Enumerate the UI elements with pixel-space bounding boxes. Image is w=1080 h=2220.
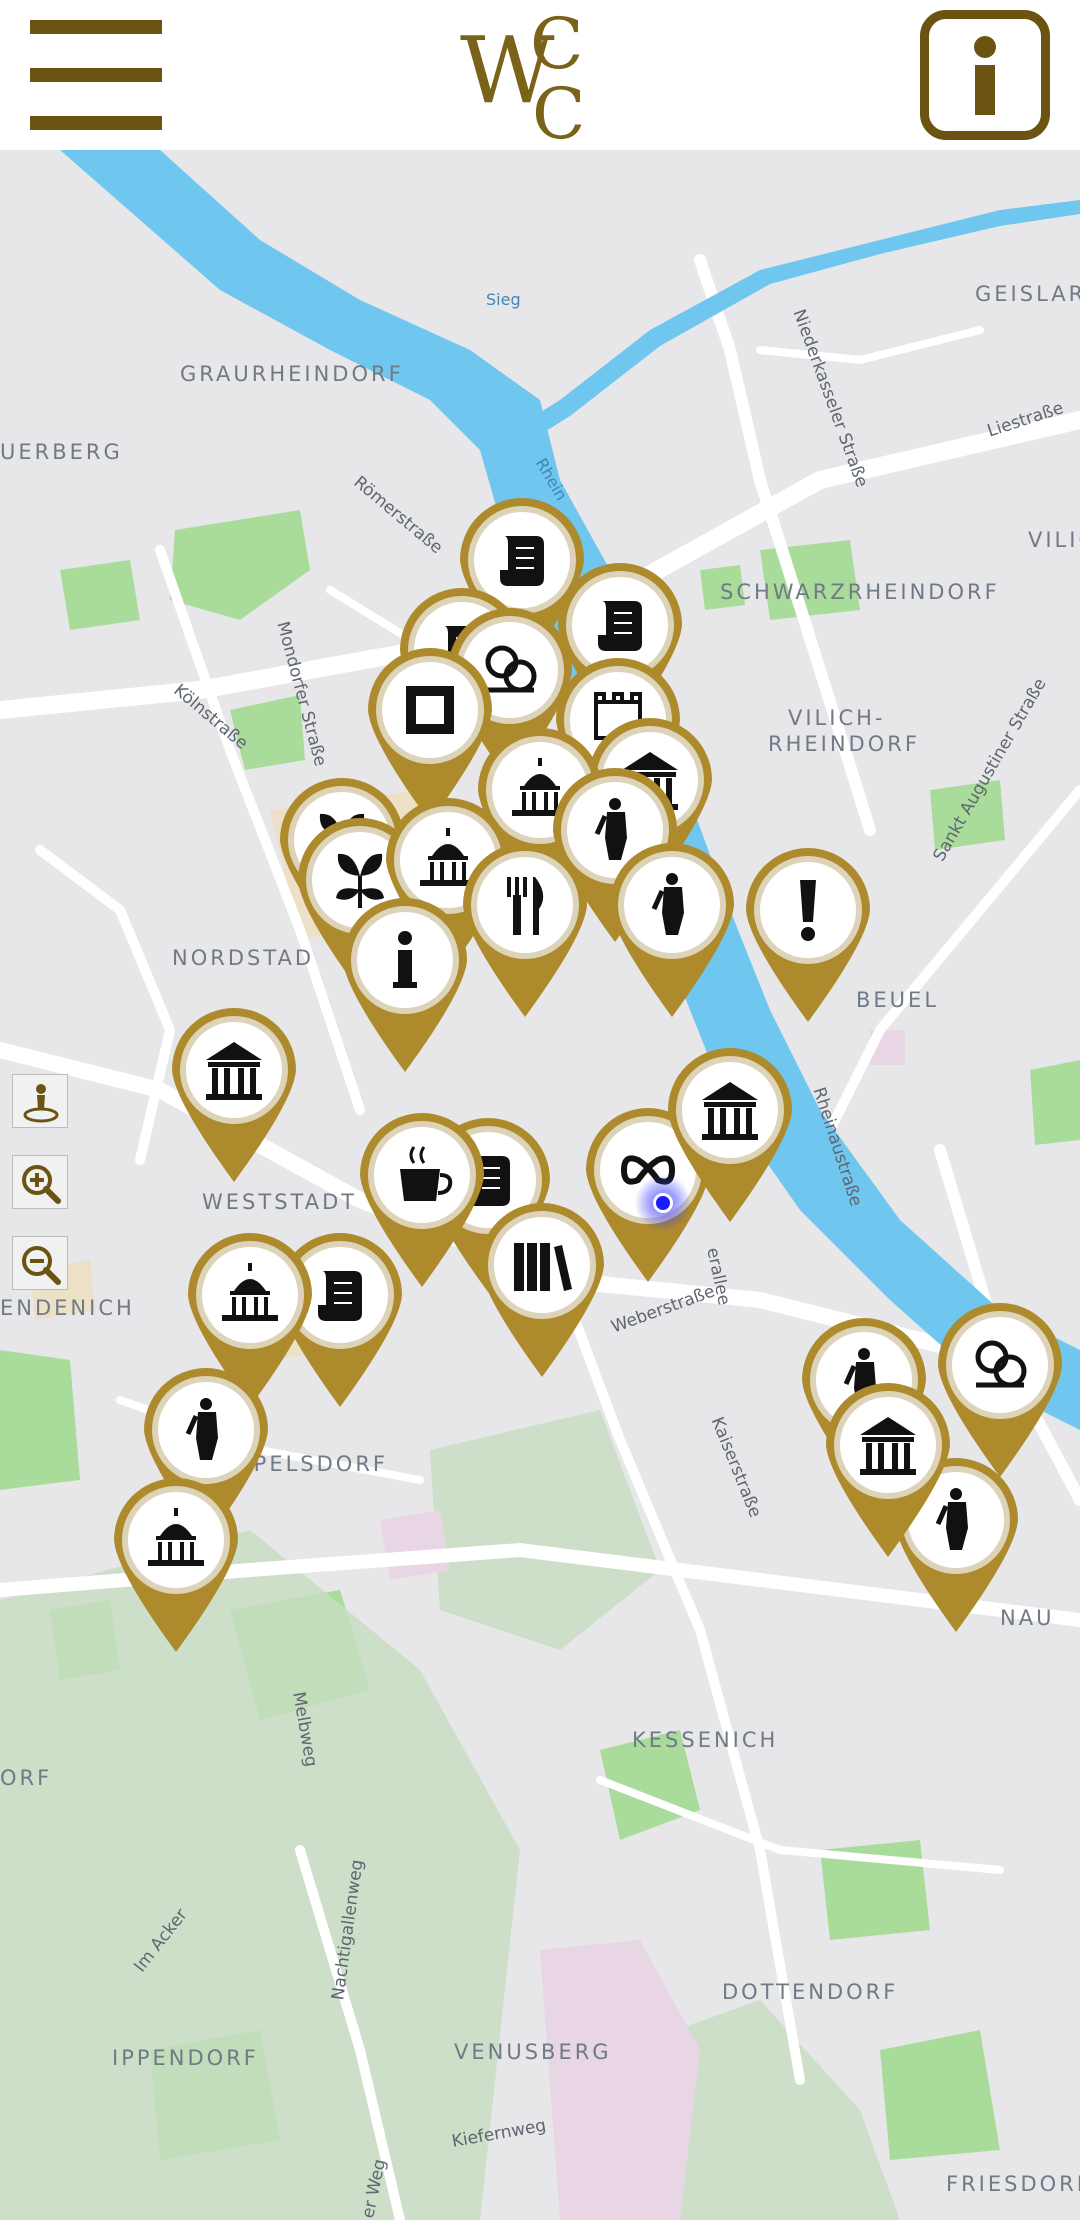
place-label-vilich-rheindorf: VILICH- <box>788 706 886 730</box>
hamburger-menu-icon[interactable] <box>30 18 162 134</box>
exclamation-icon <box>746 848 870 1022</box>
info-button[interactable] <box>920 10 1050 140</box>
location-dot <box>653 1193 673 1213</box>
poi-marker-fork[interactable] <box>455 835 595 1020</box>
poi-marker-statue[interactable] <box>602 835 742 1020</box>
poi-marker-museum[interactable] <box>818 1375 958 1560</box>
menu-bar <box>30 68 162 82</box>
current-location-marker <box>635 1175 691 1231</box>
statue-icon <box>610 843 734 1017</box>
zoom-out-button[interactable] <box>12 1236 68 1290</box>
poi-marker-museum[interactable] <box>164 1000 304 1185</box>
zoom-in-button[interactable] <box>12 1155 68 1209</box>
place-label-dottendorf: DOTTENDORF <box>722 1980 899 2004</box>
map-view[interactable]: GEISLAR GRAURHEINDORF UERBERG VILIC SCHW… <box>0 150 1080 2220</box>
books-icon <box>480 1203 604 1377</box>
menu-bar <box>30 20 162 34</box>
place-label-vilich: VILIC <box>1028 528 1080 552</box>
place-label-graurheindorf: GRAURHEINDORF <box>180 362 404 386</box>
place-label-ippendorf: IPPENDORF <box>112 2046 259 2070</box>
poi-marker-exclamation[interactable] <box>738 840 878 1025</box>
poi-marker-books[interactable] <box>472 1195 612 1380</box>
poi-marker-info[interactable] <box>335 890 475 1075</box>
place-label-kessenich: KESSENICH <box>632 1728 779 1752</box>
place-label-weststadt: WESTSTADT <box>202 1190 358 1214</box>
app-header: W C C <box>0 0 1080 150</box>
museum-icon <box>826 1383 950 1557</box>
place-label-geislar: GEISLAR <box>975 282 1080 306</box>
place-label-endenich: ENDENICH <box>0 1296 135 1320</box>
museum-icon <box>172 1008 296 1182</box>
app-logo: W C C <box>460 6 586 146</box>
logo-letter-c-bottom: C <box>532 73 586 146</box>
capitol-icon <box>114 1478 238 1652</box>
poi-marker-capitol[interactable] <box>106 1470 246 1655</box>
locate-person-icon <box>23 1084 59 1123</box>
fork-icon <box>463 843 587 1017</box>
info-icon <box>974 36 996 115</box>
menu-bar <box>30 116 162 130</box>
info-icon <box>343 898 467 1072</box>
river-label-sieg: Sieg <box>486 290 521 309</box>
place-label-friesdorf: FRIESDORF <box>946 2172 1080 2196</box>
zoom-out-icon <box>22 1246 61 1285</box>
place-label-auerberg: UERBERG <box>0 440 123 464</box>
place-label-vilich-rheindorf: RHEINDORF <box>768 732 920 756</box>
place-label-schwarzrheindorf: SCHWARZRHEINDORF <box>720 580 1000 604</box>
place-label-venusberg: VENUSBERG <box>454 2040 612 2064</box>
place-label-orf: ORF <box>0 1766 53 1790</box>
locate-me-button[interactable] <box>12 1074 68 1128</box>
zoom-in-icon <box>22 1165 61 1204</box>
